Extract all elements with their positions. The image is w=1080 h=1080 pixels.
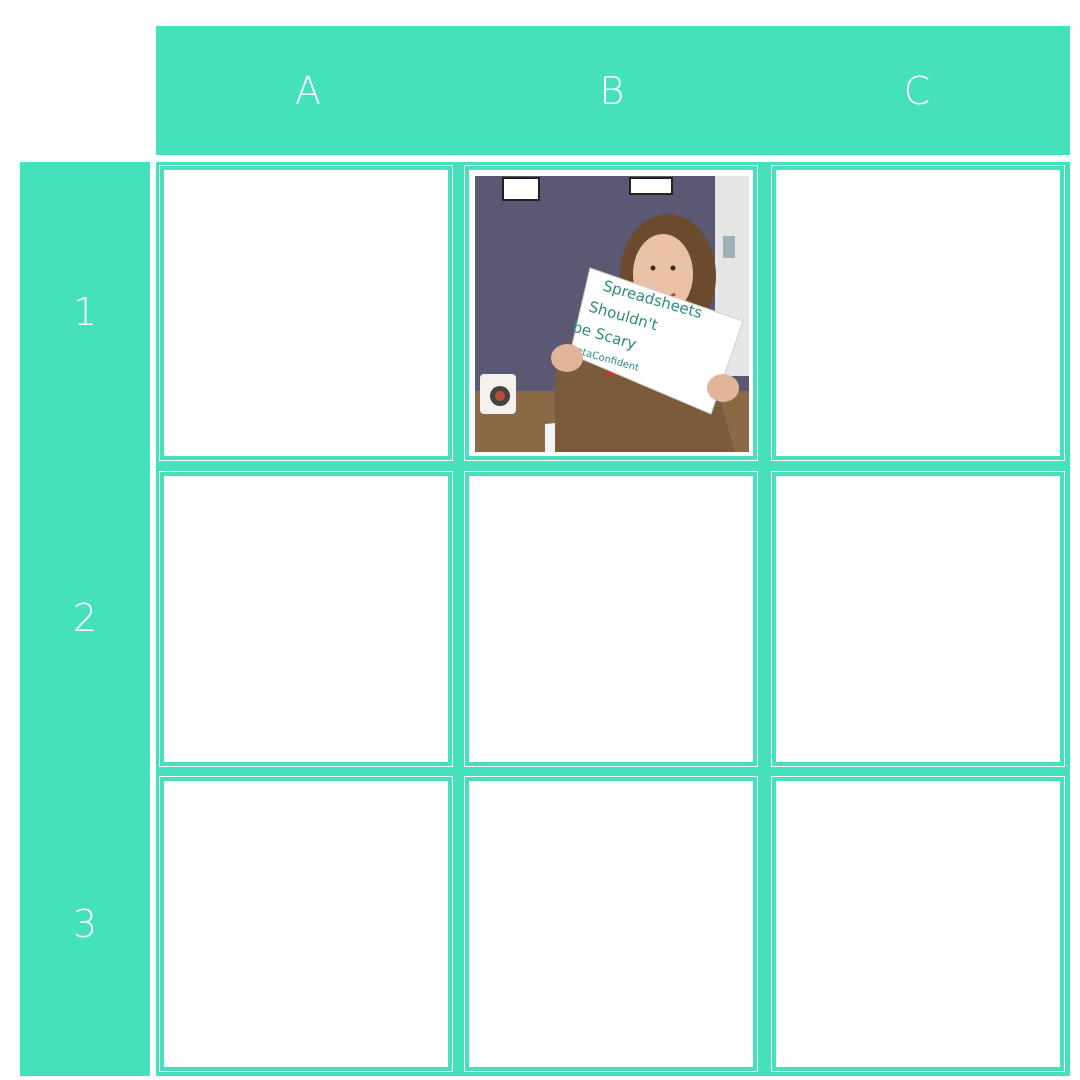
cell-a3[interactable] bbox=[159, 776, 453, 1072]
row-header-1: 1 bbox=[72, 290, 98, 334]
column-header-a: A bbox=[295, 68, 321, 113]
cell-a1[interactable] bbox=[159, 165, 453, 461]
cell-c3[interactable] bbox=[771, 776, 1065, 1072]
cell-b2[interactable] bbox=[464, 471, 758, 767]
column-header-b: B bbox=[599, 68, 625, 113]
cell-a2[interactable] bbox=[159, 471, 453, 767]
spreadsheet-grid-graphic: A B C 1 2 3 Spreadsheets Shouldn't be Sc… bbox=[0, 0, 1080, 1080]
column-header-bar: A B C bbox=[156, 26, 1070, 155]
photo-woman-holding-sign: Spreadsheets Shouldn't be Scary #DataCon… bbox=[475, 176, 749, 452]
row-header-3: 3 bbox=[72, 902, 98, 946]
row-header-bar: 1 2 3 bbox=[20, 162, 150, 1076]
cell-c1[interactable] bbox=[771, 165, 1065, 461]
cell-c2[interactable] bbox=[771, 471, 1065, 767]
cell-b1[interactable]: Spreadsheets Shouldn't be Scary #DataCon… bbox=[464, 165, 758, 461]
column-header-c: C bbox=[903, 68, 931, 113]
cell-b3[interactable] bbox=[464, 776, 758, 1072]
row-header-2: 2 bbox=[72, 596, 98, 640]
